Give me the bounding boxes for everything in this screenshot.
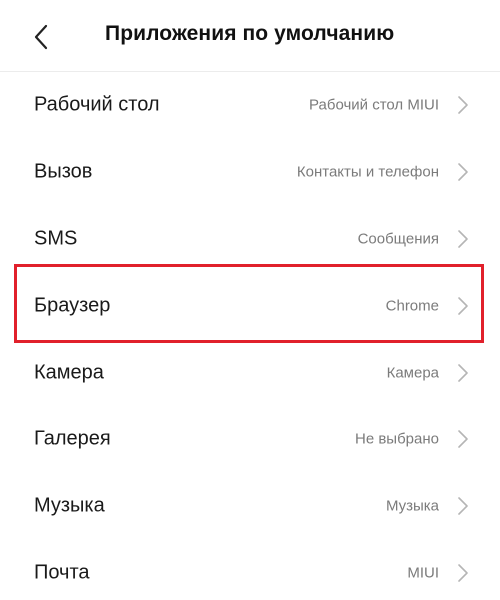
- settings-row-sms[interactable]: SMS Сообщения: [0, 206, 500, 273]
- default-apps-list: Рабочий стол Рабочий стол MIUI Вызов Кон…: [0, 72, 500, 600]
- chevron-right-icon: [456, 429, 470, 449]
- row-label: Браузер: [34, 294, 111, 317]
- row-label: Почта: [34, 561, 90, 584]
- chevron-right-icon: [456, 95, 470, 115]
- chevron-right-icon: [456, 496, 470, 516]
- settings-row-camera[interactable]: Камера Камера: [0, 339, 500, 406]
- settings-row-gallery[interactable]: Галерея Не выбрано: [0, 406, 500, 473]
- chevron-right-icon: [456, 229, 470, 249]
- top-bar: Приложения по умолчанию: [0, 0, 500, 72]
- row-value: Контакты и телефон: [296, 163, 439, 181]
- chevron-right-icon: [456, 162, 470, 182]
- row-value: Chrome: [385, 297, 439, 315]
- chevron-right-icon: [456, 563, 470, 583]
- row-value: Рабочий стол MIUI: [309, 96, 439, 114]
- settings-row-mail[interactable]: Почта MIUI: [0, 540, 500, 600]
- row-label: Музыка: [34, 494, 105, 517]
- row-value: Музыка: [385, 497, 439, 515]
- default-apps-screen: Приложения по умолчанию Рабочий стол Раб…: [0, 0, 500, 600]
- settings-row-music[interactable]: Музыка Музыка: [0, 473, 500, 540]
- row-value: Не выбрано: [355, 430, 439, 448]
- row-value: Камера: [386, 364, 439, 382]
- chevron-right-icon: [456, 296, 470, 316]
- row-label: Вызов: [34, 160, 93, 183]
- row-value: MIUI: [407, 564, 439, 582]
- row-label: SMS: [34, 227, 78, 250]
- chevron-left-icon: [34, 24, 48, 50]
- row-label: Камера: [34, 361, 104, 384]
- row-label: Галерея: [34, 427, 111, 450]
- row-value: Сообщения: [357, 230, 439, 248]
- back-button[interactable]: [24, 20, 58, 54]
- settings-row-browser[interactable]: Браузер Chrome: [0, 272, 500, 339]
- chevron-right-icon: [456, 363, 470, 383]
- settings-row-call[interactable]: Вызов Контакты и телефон: [0, 139, 500, 206]
- page-title: Приложения по умолчанию: [105, 22, 395, 45]
- row-label: Рабочий стол: [34, 93, 160, 116]
- settings-row-desktop[interactable]: Рабочий стол Рабочий стол MIUI: [0, 72, 500, 139]
